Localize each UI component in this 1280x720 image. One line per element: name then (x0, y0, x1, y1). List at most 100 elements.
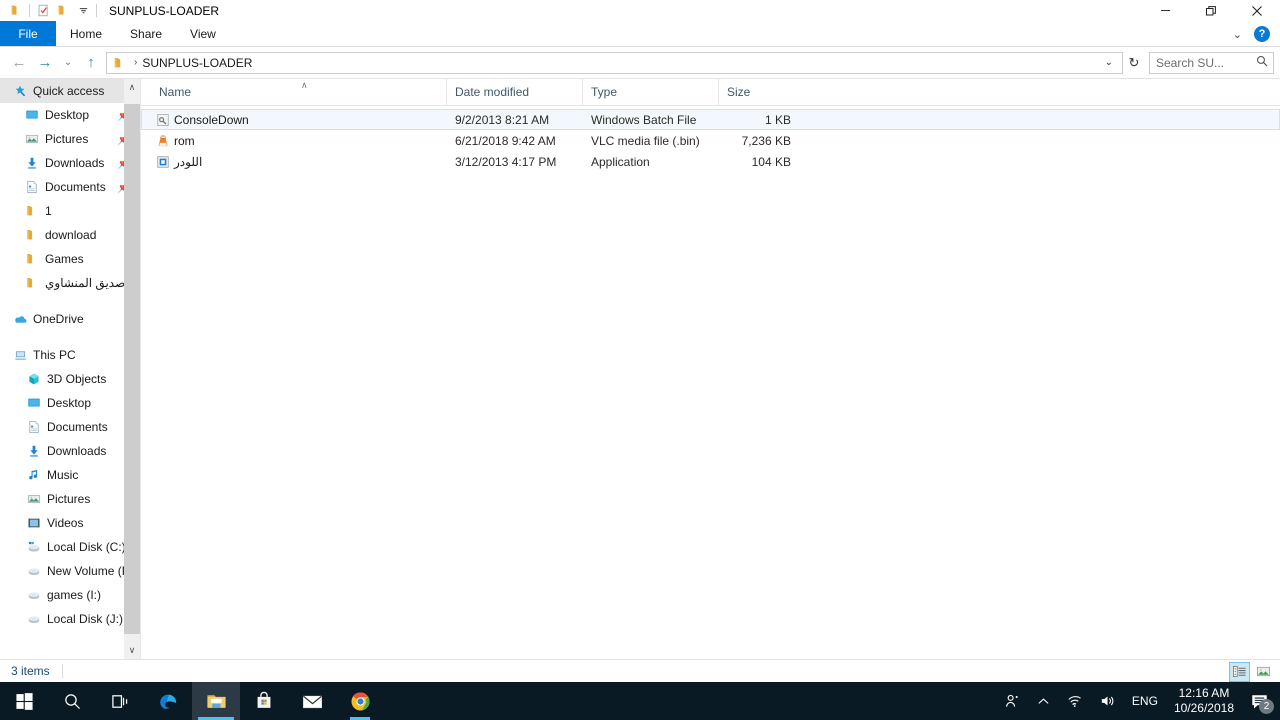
close-button[interactable] (1234, 0, 1280, 21)
address-path-box[interactable]: › SUNPLUS-LOADER ⌄ (106, 51, 1123, 74)
back-button[interactable]: ← (6, 51, 32, 75)
microsoft-store-button[interactable] (240, 682, 288, 720)
sidebar-item-pictures-pc[interactable]: Pictures (0, 487, 140, 511)
sidebar-item-local-disk-j[interactable]: Local Disk (J:) (0, 607, 140, 631)
new-folder-icon[interactable] (53, 1, 73, 21)
sidebar-item-documents[interactable]: Documents 📌 (0, 175, 140, 199)
sidebar-item-this-pc[interactable]: This PC (0, 343, 140, 367)
sidebar-item-desktop[interactable]: Desktop 📌 (0, 103, 140, 127)
drive-icon (24, 612, 44, 626)
chevron-down-icon[interactable]: ⌄ (1098, 57, 1120, 68)
tab-view[interactable]: View (176, 21, 230, 46)
up-button[interactable]: ↑ (78, 51, 104, 75)
table-row[interactable]: اللودر 3/12/2013 4:17 PM Application 104… (141, 151, 1280, 172)
file-size-cell: 1 KB (764, 112, 791, 127)
sidebar-item-3d-objects[interactable]: 3D Objects (0, 367, 140, 391)
sidebar-item-games-i[interactable]: games (I:) (0, 583, 140, 607)
sidebar-item-videos[interactable]: Videos (0, 511, 140, 535)
start-button[interactable] (0, 682, 48, 720)
sort-ascending-icon: ∧ (301, 80, 308, 90)
task-view-button[interactable] (96, 682, 144, 720)
customize-caret-icon[interactable] (73, 1, 93, 21)
table-row[interactable]: ConsoleDown 9/2/2013 8:21 AM Windows Bat… (141, 109, 1280, 130)
chrome-button[interactable] (336, 682, 384, 720)
file-explorer-button[interactable] (192, 682, 240, 720)
title-bar: SUNPLUS-LOADER (0, 0, 1280, 21)
sidebar-item-local-disk-c[interactable]: Local Disk (C:) (0, 535, 140, 559)
view-buttons (1229, 660, 1274, 683)
sidebar-label: download (45, 228, 97, 242)
file-name: rom (174, 133, 195, 148)
file-list-pane: Name ∧ Date modified Type Size ConsoleDo… (140, 79, 1280, 659)
scrollbar-thumb[interactable] (124, 104, 140, 634)
sidebar-item-pictures[interactable]: Pictures 📌 (0, 127, 140, 151)
large-icons-view-button[interactable] (1253, 662, 1274, 682)
sidebar-item-new-volume-f[interactable]: New Volume (F:) (0, 559, 140, 583)
tab-file[interactable]: File (0, 21, 56, 46)
people-icon[interactable] (996, 682, 1029, 720)
tab-share[interactable]: Share (116, 21, 176, 46)
properties-icon[interactable] (33, 1, 53, 21)
wifi-icon[interactable] (1058, 682, 1091, 720)
sidebar-item-music[interactable]: Music (0, 463, 140, 487)
breadcrumb: › SUNPLUS-LOADER (111, 56, 1098, 70)
system-tray: ENG 12:16 AM 10/26/2018 2 (996, 682, 1280, 720)
restore-button[interactable] (1188, 0, 1234, 21)
action-center-button[interactable]: 2 (1242, 682, 1276, 720)
sidebar-label: Downloads (47, 444, 107, 458)
recent-locations-icon[interactable]: ⌄ (58, 51, 78, 75)
speaker-icon[interactable] (1091, 682, 1124, 720)
clock[interactable]: 12:16 AM 10/26/2018 (1166, 686, 1242, 716)
desktop-icon (22, 108, 42, 122)
search-box[interactable]: Search SU... (1149, 51, 1274, 74)
column-label: Name (159, 85, 192, 99)
scroll-up-icon[interactable]: ∧ (124, 79, 140, 96)
file-size-cell: 104 KB (751, 154, 791, 169)
sidebar-item-folder-download[interactable]: download (0, 223, 140, 247)
window-controls (1142, 0, 1280, 21)
item-count-label: 3 items (11, 664, 50, 678)
scroll-down-icon[interactable]: ∨ (124, 642, 140, 659)
search-input[interactable]: Search SU... (1156, 56, 1224, 70)
refresh-button[interactable]: ↻ (1123, 52, 1145, 74)
sidebar-label: Desktop (47, 396, 92, 410)
column-header-date-modified[interactable]: Date modified (446, 79, 582, 105)
quick-access-toolbar (0, 1, 100, 21)
sidebar-item-folder-arabic[interactable]: صديق المنشاوي (0, 271, 140, 295)
collapse-ribbon-icon[interactable]: ⌄ (1229, 28, 1246, 41)
file-date-cell: 6/21/2018 9:42 AM (455, 133, 556, 148)
mail-button[interactable] (288, 682, 336, 720)
sidebar-item-downloads[interactable]: Downloads 📌 (0, 151, 140, 175)
language-indicator[interactable]: ENG (1124, 694, 1166, 708)
clock-date: 10/26/2018 (1173, 701, 1234, 715)
sidebar-item-folder-1[interactable]: 1 (0, 199, 140, 223)
tab-home[interactable]: Home (56, 21, 116, 46)
breadcrumb-current[interactable]: SUNPLUS-LOADER (142, 56, 252, 70)
column-header-type[interactable]: Type (582, 79, 718, 105)
table-row[interactable]: rom 6/21/2018 9:42 AM VLC media file (.b… (141, 130, 1280, 151)
sidebar-item-folder-games[interactable]: Games (0, 247, 140, 271)
folder-icon[interactable] (6, 1, 26, 21)
sidebar-item-downloads-pc[interactable]: Downloads (0, 439, 140, 463)
file-name-cell: rom (152, 134, 447, 148)
chevron-up-icon[interactable] (1029, 682, 1058, 720)
column-header-size[interactable]: Size (718, 79, 800, 105)
this-pc-icon (10, 348, 30, 363)
sidebar-item-documents-pc[interactable]: Documents (0, 415, 140, 439)
forward-button[interactable]: → (32, 51, 58, 75)
search-button[interactable] (48, 682, 96, 720)
sidebar-item-onedrive[interactable]: OneDrive (0, 307, 140, 331)
details-view-button[interactable] (1229, 661, 1250, 682)
help-button[interactable]: ? (1254, 26, 1270, 42)
scrollbar-track[interactable] (124, 96, 140, 642)
sidebar-scrollbar[interactable]: ∧ ∨ (124, 79, 140, 659)
folder-icon (22, 204, 42, 218)
column-header-name[interactable]: Name ∧ (151, 79, 446, 105)
sidebar-item-desktop-pc[interactable]: Desktop (0, 391, 140, 415)
sidebar-item-quick-access[interactable]: Quick access (0, 79, 140, 103)
folder-icon (22, 228, 42, 242)
column-label: Size (727, 85, 751, 99)
edge-button[interactable] (144, 682, 192, 720)
minimize-button[interactable] (1142, 0, 1188, 21)
